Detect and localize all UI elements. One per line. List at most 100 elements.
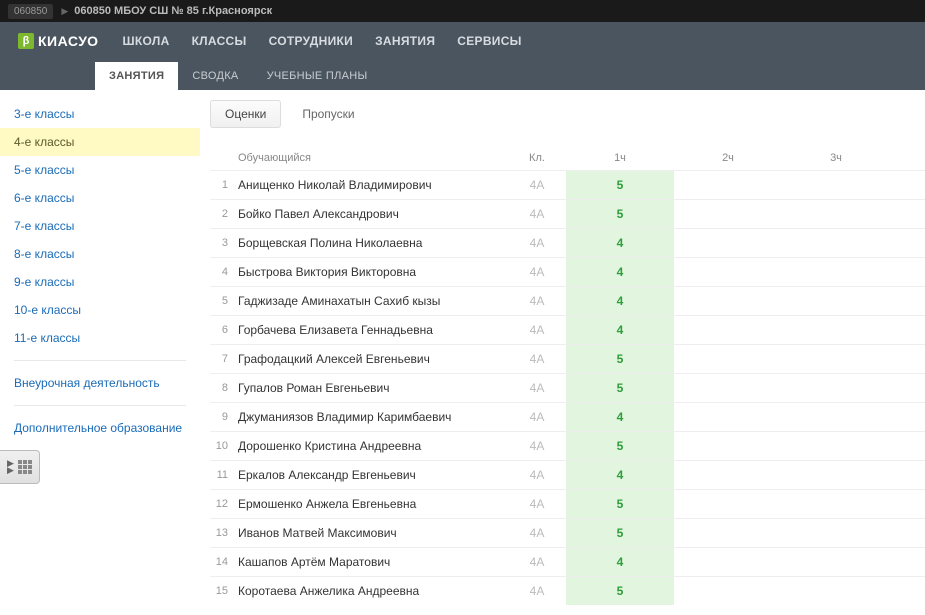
row-number: 10: [210, 440, 238, 452]
table-row[interactable]: 7Графодацкий Алексей Евгеньевич4А5: [210, 344, 925, 373]
table-row[interactable]: 8Гупалов Роман Евгеньевич4А5: [210, 373, 925, 402]
sidebar-extracurricular[interactable]: Внеурочная деятельность: [0, 369, 200, 397]
sidebar-class-item[interactable]: 11-е классы: [0, 324, 200, 352]
table-row[interactable]: 11Еркалов Александр Евгеньевич4А4: [210, 460, 925, 489]
student-class: 4А: [508, 497, 566, 511]
sidebar-class-item[interactable]: 3-е классы: [0, 100, 200, 128]
sidebar-class-item[interactable]: 6-е классы: [0, 184, 200, 212]
expand-icon: ▶▶: [7, 460, 14, 474]
grade-cell-h1[interactable]: 4: [566, 548, 674, 576]
grade-cell-h1[interactable]: 4: [566, 403, 674, 431]
row-number: 6: [210, 324, 238, 336]
th-h3: 3ч: [782, 152, 890, 164]
row-number: 7: [210, 353, 238, 365]
sidebar-class-item[interactable]: 10-е классы: [0, 296, 200, 324]
grade-cell-h1[interactable]: 5: [566, 345, 674, 373]
student-name: Гупалов Роман Евгеньевич: [238, 381, 508, 395]
row-number: 2: [210, 208, 238, 220]
grade-cell-h1[interactable]: 5: [566, 432, 674, 460]
student-name: Бойко Павел Александрович: [238, 207, 508, 221]
subtab-summary[interactable]: СВОДКА: [178, 62, 252, 90]
row-number: 12: [210, 498, 238, 510]
nav-lessons[interactable]: ЗАНЯТИЯ: [375, 34, 435, 48]
sidebar-class-item[interactable]: 4-е классы: [0, 128, 200, 156]
nav-staff[interactable]: СОТРУДНИКИ: [269, 34, 354, 48]
grade-cell-h1[interactable]: 5: [566, 374, 674, 402]
table-row[interactable]: 3Борщевская Полина Николаевна4А4: [210, 228, 925, 257]
grade-cell-h1[interactable]: 4: [566, 258, 674, 286]
school-name: 060850 МБОУ СШ № 85 г.Красноярск: [74, 5, 272, 17]
floating-panel-toggle[interactable]: ▶▶: [0, 450, 40, 484]
row-number: 9: [210, 411, 238, 423]
grade-cell-h1[interactable]: 5: [566, 577, 674, 605]
student-name: Ермошенко Анжела Евгеньевна: [238, 497, 508, 511]
student-name: Графодацкий Алексей Евгеньевич: [238, 352, 508, 366]
student-class: 4А: [508, 439, 566, 453]
student-name: Гаджизаде Аминахатын Сахиб кызы: [238, 294, 508, 308]
sidebar-separator: [14, 360, 186, 361]
breadcrumb-arrow-icon: ▶: [61, 6, 68, 17]
student-class: 4А: [508, 410, 566, 424]
student-name: Джуманиязов Владимир Каримбаевич: [238, 410, 508, 424]
main-area: Оценки Пропуски Обучающийся Кл. 1ч 2ч 3ч…: [200, 90, 925, 605]
grade-cell-h1[interactable]: 5: [566, 200, 674, 228]
grade-cell-h1[interactable]: 5: [566, 519, 674, 547]
table-row[interactable]: 4Быстрова Виктория Викторовна4А4: [210, 257, 925, 286]
table-row[interactable]: 13Иванов Матвей Максимович4А5: [210, 518, 925, 547]
student-class: 4А: [508, 178, 566, 192]
table-row[interactable]: 15Коротаева Анжелика Андреевна4А5: [210, 576, 925, 605]
sub-nav: ЗАНЯТИЯ СВОДКА УЧЕБНЫЕ ПЛАНЫ: [0, 60, 925, 90]
row-number: 13: [210, 527, 238, 539]
row-number: 5: [210, 295, 238, 307]
table-row[interactable]: 5Гаджизаде Аминахатын Сахиб кызы4А4: [210, 286, 925, 315]
row-number: 11: [210, 469, 238, 481]
table-row[interactable]: 9Джуманиязов Владимир Каримбаевич4А4: [210, 402, 925, 431]
grade-cell-h1[interactable]: 5: [566, 171, 674, 199]
row-number: 8: [210, 382, 238, 394]
sidebar-additional-edu[interactable]: Дополнительное образование: [0, 414, 200, 442]
row-number: 1: [210, 179, 238, 191]
table-row[interactable]: 14Кашапов Артём Маратович4А4: [210, 547, 925, 576]
grade-cell-h1[interactable]: 5: [566, 490, 674, 518]
tab-grades[interactable]: Оценки: [210, 100, 281, 128]
row-number: 3: [210, 237, 238, 249]
student-class: 4А: [508, 265, 566, 279]
student-class: 4А: [508, 584, 566, 598]
table-row[interactable]: 1Анищенко Николай Владимирович4А5: [210, 170, 925, 199]
nav-services[interactable]: СЕРВИСЫ: [457, 34, 521, 48]
grid-icon: [18, 460, 32, 474]
grade-cell-h1[interactable]: 4: [566, 287, 674, 315]
student-class: 4А: [508, 207, 566, 221]
student-class: 4А: [508, 294, 566, 308]
th-class: Кл.: [508, 152, 566, 164]
grade-cell-h1[interactable]: 4: [566, 316, 674, 344]
table-row[interactable]: 6Горбачева Елизавета Геннадьевна4А4: [210, 315, 925, 344]
th-h2: 2ч: [674, 152, 782, 164]
th-h1: 1ч: [566, 152, 674, 164]
sidebar-class-item[interactable]: 5-е классы: [0, 156, 200, 184]
sidebar-class-item[interactable]: 8-е классы: [0, 240, 200, 268]
table-row[interactable]: 10Дорошенко Кристина Андреевна4А5: [210, 431, 925, 460]
grade-cell-h1[interactable]: 4: [566, 461, 674, 489]
grades-table: Обучающийся Кл. 1ч 2ч 3ч 1Анищенко Никол…: [210, 146, 925, 605]
logo-text: КИАСУО: [38, 33, 99, 49]
subtab-lessons[interactable]: ЗАНЯТИЯ: [95, 62, 178, 90]
student-name: Коротаева Анжелика Андреевна: [238, 584, 508, 598]
student-name: Анищенко Николай Владимирович: [238, 178, 508, 192]
logo-badge: β: [18, 33, 34, 49]
student-name: Кашапов Артём Маратович: [238, 555, 508, 569]
nav-school[interactable]: ШКОЛА: [123, 34, 170, 48]
nav-classes[interactable]: КЛАССЫ: [192, 34, 247, 48]
student-class: 4А: [508, 323, 566, 337]
top-bar: 060850 ▶ 060850 МБОУ СШ № 85 г.Красноярс…: [0, 0, 925, 22]
table-row[interactable]: 12Ермошенко Анжела Евгеньевна4А5: [210, 489, 925, 518]
table-row[interactable]: 2Бойко Павел Александрович4А5: [210, 199, 925, 228]
small-tabs: Оценки Пропуски: [210, 100, 925, 128]
sidebar-class-item[interactable]: 7-е классы: [0, 212, 200, 240]
sidebar-class-item[interactable]: 9-е классы: [0, 268, 200, 296]
subtab-plans[interactable]: УЧЕБНЫЕ ПЛАНЫ: [253, 62, 382, 90]
th-student: Обучающийся: [238, 152, 508, 164]
row-number: 14: [210, 556, 238, 568]
tab-absences[interactable]: Пропуски: [287, 100, 369, 128]
grade-cell-h1[interactable]: 4: [566, 229, 674, 257]
